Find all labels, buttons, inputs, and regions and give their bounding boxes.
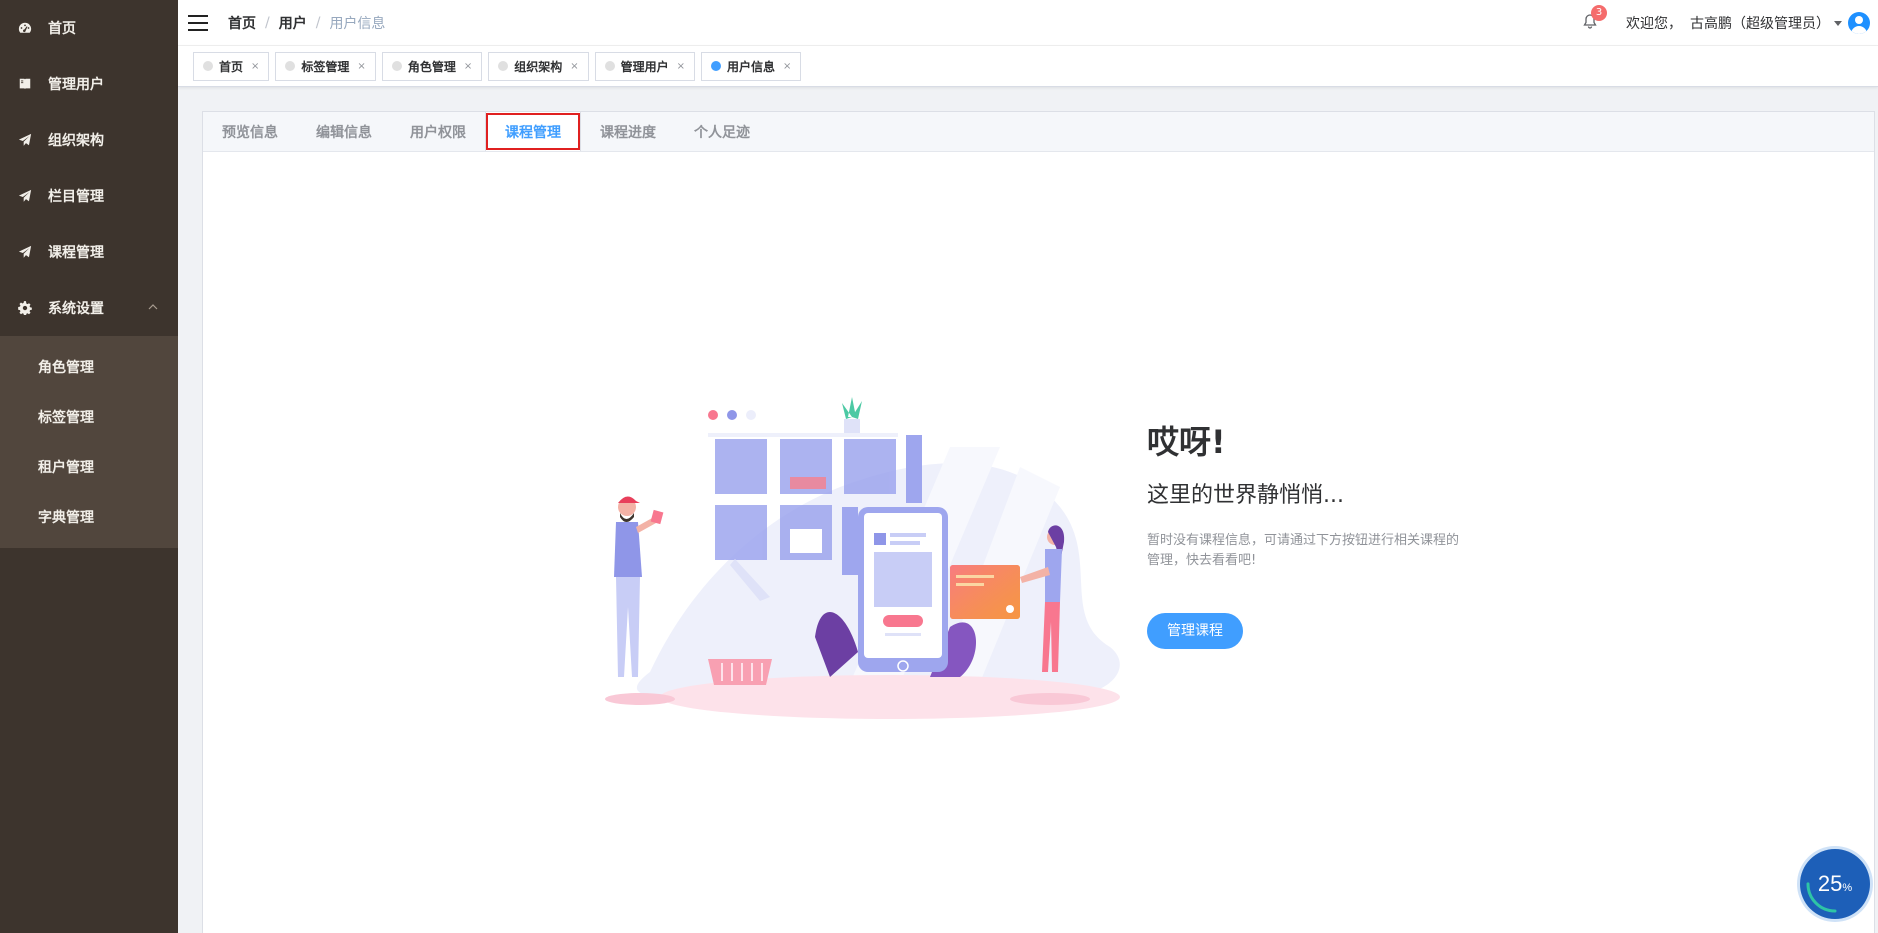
- sidebar-item-home[interactable]: 首页: [0, 0, 178, 56]
- tag-label: 标签管理: [301, 59, 350, 74]
- tag-tag-management[interactable]: 标签管理 ×: [275, 51, 376, 81]
- breadcrumb: 首页 / 用户 / 用户信息: [228, 13, 385, 33]
- tag-label: 角色管理: [407, 59, 456, 74]
- sidebar-item-label: 组织架构: [48, 133, 104, 149]
- system-settings-submenu: 角色管理 标签管理 租户管理 字典管理: [0, 336, 178, 548]
- close-icon[interactable]: ×: [677, 61, 685, 72]
- sidebar-item-manage-users[interactable]: 管理用户: [0, 56, 178, 112]
- top-navbar: 首页 / 用户 / 用户信息 3 欢迎您， 古高鹏（超级管理员）: [178, 0, 1878, 46]
- notification-badge: 3: [1591, 5, 1607, 21]
- tab-preview-info[interactable]: 预览信息: [203, 112, 297, 151]
- tag-role-management[interactable]: 角色管理 ×: [381, 51, 483, 81]
- close-icon[interactable]: ×: [251, 61, 259, 72]
- close-icon[interactable]: ×: [357, 61, 365, 72]
- tab-course-management[interactable]: 课程管理: [485, 112, 581, 151]
- breadcrumb-users[interactable]: 用户: [279, 13, 307, 33]
- tag-label: 首页: [219, 59, 244, 74]
- tag-home[interactable]: 首页 ×: [193, 51, 270, 81]
- header-right: 3 欢迎您， 古高鹏（超级管理员）: [1582, 0, 1870, 46]
- submenu-item-tags[interactable]: 标签管理: [0, 392, 178, 442]
- tab-personal-footprint[interactable]: 个人足迹: [675, 112, 769, 151]
- sidebar-item-system-settings[interactable]: 系统设置: [0, 280, 178, 336]
- sidebar-item-organization[interactable]: 组织架构: [0, 112, 178, 168]
- book-icon: [18, 77, 32, 91]
- user-dropdown[interactable]: 古高鹏（超级管理员）: [1690, 13, 1830, 33]
- tag-label: 管理用户: [620, 59, 669, 74]
- manage-courses-button[interactable]: 管理课程: [1147, 613, 1243, 649]
- tag-dot: [498, 61, 509, 71]
- submenu-item-roles[interactable]: 角色管理: [0, 342, 178, 392]
- tag-dot: [604, 61, 615, 71]
- sidebar-item-label: 栏目管理: [48, 189, 104, 205]
- chevron-up-icon: [148, 304, 158, 310]
- dashboard-icon: [18, 21, 32, 35]
- progress-widget[interactable]: 25%: [1800, 849, 1870, 919]
- hamburger-menu-icon[interactable]: [188, 14, 208, 31]
- tab-bar: 预览信息 编辑信息 用户权限 课程管理 课程进度 个人足迹: [203, 112, 1874, 152]
- tab-user-permissions[interactable]: 用户权限: [391, 112, 485, 151]
- tags-view: 首页 × 标签管理 × 角色管理 × 组织架构 × 管理用户 × 用户信息 ×: [178, 46, 1878, 87]
- tag-user-info[interactable]: 用户信息 ×: [701, 51, 802, 81]
- progress-ring: [1806, 855, 1864, 913]
- submenu-item-dictionary[interactable]: 字典管理: [0, 492, 178, 542]
- tag-manage-users[interactable]: 管理用户 ×: [594, 51, 696, 81]
- tag-dot: [285, 61, 296, 71]
- paper-plane-icon: [18, 189, 32, 203]
- paper-plane-icon: [18, 133, 32, 147]
- submenu-item-tenants[interactable]: 租户管理: [0, 442, 178, 492]
- tag-label: 组织架构: [514, 59, 563, 74]
- close-icon[interactable]: ×: [570, 61, 578, 72]
- tag-dot: [203, 61, 213, 71]
- breadcrumb-separator: /: [315, 14, 321, 31]
- breadcrumb-current: 用户信息: [329, 15, 386, 32]
- sidebar-item-label: 系统设置: [48, 301, 104, 317]
- empty-state: 哎呀! 这里的世界静悄悄... 暂时没有课程信息，可请通过下方按钮进行相关课程的…: [1147, 417, 1467, 649]
- empty-subtitle: 这里的世界静悄悄...: [1147, 483, 1344, 508]
- sidebar-item-label: 首页: [48, 21, 76, 37]
- caret-down-icon[interactable]: [1834, 20, 1842, 26]
- tab-course-progress[interactable]: 课程进度: [581, 112, 675, 151]
- sidebar-item-label: 课程管理: [48, 245, 104, 261]
- main-card: 预览信息 编辑信息 用户权限 课程管理 课程进度 个人足迹 哎呀! 这里的世界静…: [202, 111, 1875, 933]
- empty-state-illustration: [605, 397, 1120, 719]
- gear-icon: [18, 301, 32, 315]
- tag-organization[interactable]: 组织架构 ×: [488, 51, 589, 81]
- sidebar-item-label: 管理用户: [48, 77, 104, 93]
- sidebar-item-column-management[interactable]: 栏目管理: [0, 168, 178, 224]
- close-icon[interactable]: ×: [783, 61, 791, 72]
- empty-title: 哎呀!: [1147, 423, 1226, 461]
- tab-edit-info[interactable]: 编辑信息: [297, 112, 391, 151]
- breadcrumb-separator: /: [265, 14, 270, 31]
- tag-label: 用户信息: [727, 59, 776, 74]
- close-icon[interactable]: ×: [464, 61, 472, 72]
- sidebar-item-course-management[interactable]: 课程管理: [0, 224, 178, 280]
- notification-bell[interactable]: 3: [1582, 5, 1607, 33]
- empty-description: 暂时没有课程信息，可请通过下方按钮进行相关课程的管理，快去看看吧!: [1147, 533, 1460, 568]
- sidebar: 首页 管理用户 组织架构 栏目管理 课程管理 系统设置 角色管理 标签管理 租户…: [0, 0, 178, 933]
- welcome-text: 欢迎您，: [1626, 16, 1682, 32]
- paper-plane-icon: [18, 245, 32, 259]
- tag-dot: [711, 61, 722, 71]
- breadcrumb-home[interactable]: 首页: [228, 13, 256, 33]
- tag-dot: [391, 61, 402, 71]
- avatar[interactable]: [1848, 12, 1870, 34]
